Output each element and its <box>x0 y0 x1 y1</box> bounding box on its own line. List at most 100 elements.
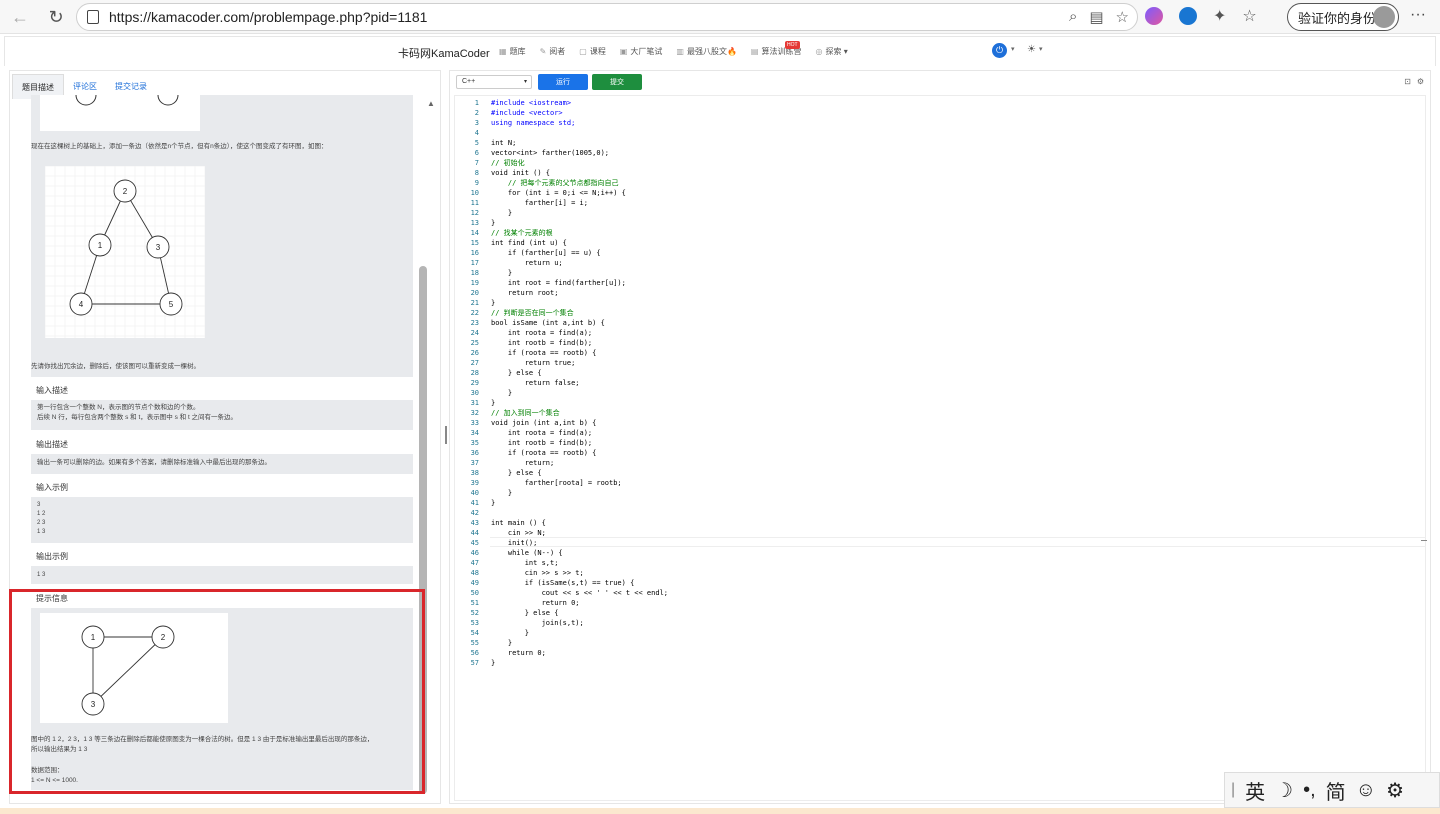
ime-simplified-toggle[interactable]: 简 <box>1326 776 1346 805</box>
code-line[interactable]: 2 #include <vector> <box>455 108 1425 118</box>
code-text[interactable]: cout << s << ' ' << t << endl; <box>479 588 668 598</box>
code-lines[interactable]: 1 #include <iostream> 2 #include <vector> 3 u… <box>455 98 1425 668</box>
nav-item-courses[interactable]: ▢ 课程 <box>579 46 606 57</box>
code-line[interactable]: 35 int rootb = find(b); <box>455 438 1425 448</box>
code-line[interactable]: 48 cin >> s >> t; <box>455 568 1425 578</box>
code-editor[interactable]: 1 #include <iostream> 2 #include <vector> 3 u… <box>454 95 1427 801</box>
site-info-icon[interactable] <box>87 10 99 24</box>
language-select[interactable]: C++ ▾ <box>456 75 532 89</box>
code-text[interactable]: return false; <box>479 378 580 388</box>
code-text[interactable]: } <box>479 628 529 638</box>
favorites-list-icon[interactable]: ☆ <box>1242 6 1256 26</box>
code-line[interactable]: 23 bool isSame (int a,int b) { <box>455 318 1425 328</box>
extensions-puzzle-icon[interactable]: ✦ <box>1213 6 1226 26</box>
zoom-icon[interactable]: ⌕ <box>1069 8 1077 26</box>
code-line[interactable]: 39 farther[roota] = rootb; <box>455 478 1425 488</box>
code-text[interactable]: using namespace std; <box>479 118 575 128</box>
code-text[interactable]: void init () { <box>479 168 550 178</box>
code-text[interactable]: // 找某个元素的根 <box>479 228 553 238</box>
code-text[interactable]: } else { <box>479 608 559 618</box>
code-text[interactable]: vector<int> farther(1005,0); <box>479 148 609 158</box>
code-text[interactable]: if (farther[u] == u) { <box>479 248 601 258</box>
code-line[interactable]: 14// 找某个元素的根 <box>455 228 1425 238</box>
code-text[interactable]: // 初始化 <box>479 158 525 168</box>
code-text[interactable]: } <box>479 298 495 308</box>
code-text[interactable]: int roota = find(a); <box>479 328 592 338</box>
sun-icon[interactable]: ☀ <box>1027 44 1036 55</box>
site-logo-title[interactable]: 卡码网KamaCoder <box>398 45 490 61</box>
code-text[interactable]: return true; <box>479 358 576 368</box>
chevron-down-icon[interactable]: ▾ <box>1039 45 1043 53</box>
code-line[interactable]: 57} <box>455 658 1425 668</box>
code-line[interactable]: 29 return false; <box>455 378 1425 388</box>
code-line[interactable]: 5 int N; <box>455 138 1425 148</box>
nav-item-explore[interactable]: ◎ 探索 ▾ <box>815 46 847 57</box>
ime-grip-icon[interactable]: | <box>1231 781 1235 799</box>
power-icon[interactable]: ⏻ <box>992 43 1007 58</box>
code-line[interactable]: 25 int rootb = find(b); <box>455 338 1425 348</box>
code-text[interactable]: } <box>479 208 512 218</box>
code-line[interactable]: 52 } else { <box>455 608 1425 618</box>
back-arrow-icon[interactable]: ← <box>8 5 32 29</box>
code-text[interactable] <box>479 508 491 518</box>
code-line[interactable]: 43 int main () { <box>455 518 1425 528</box>
code-text[interactable]: int rootb = find(b); <box>479 438 592 448</box>
code-line[interactable]: 33 void join (int a,int b) { <box>455 418 1425 428</box>
code-line[interactable]: 3 using namespace std; <box>455 118 1425 128</box>
code-line[interactable]: 10 for (int i = 0;i <= N;i++) { <box>455 188 1425 198</box>
profile-verify-button[interactable]: 验证你的身份 <box>1287 3 1399 31</box>
moon-icon[interactable]: ☽ <box>1275 778 1293 803</box>
code-line[interactable]: 21} <box>455 298 1425 308</box>
code-line[interactable]: 11 farther[i] = i; <box>455 198 1425 208</box>
scroll-up-arrow-icon[interactable]: ▲ <box>427 99 435 108</box>
code-text[interactable]: return; <box>479 458 555 468</box>
code-text[interactable]: #include <vector> <box>479 108 563 118</box>
code-line[interactable]: 7// 初始化 <box>455 158 1425 168</box>
code-line[interactable]: 13} <box>455 218 1425 228</box>
code-text[interactable]: int root = find(farther[u]); <box>479 278 626 288</box>
code-line[interactable]: 40 } <box>455 488 1425 498</box>
code-text[interactable] <box>479 128 491 138</box>
code-text[interactable]: int roota = find(a); <box>479 428 592 438</box>
code-text[interactable]: int s,t; <box>479 558 559 568</box>
code-line[interactable]: 28 } else { <box>455 368 1425 378</box>
extension-crown-icon[interactable] <box>1179 7 1197 25</box>
code-text[interactable]: if (roota == rootb) { <box>479 348 597 358</box>
code-text[interactable]: init(); <box>479 538 538 548</box>
code-line[interactable]: 30 } <box>455 388 1425 398</box>
code-text[interactable]: #include <iostream> <box>479 98 571 108</box>
code-text[interactable]: } <box>479 658 495 668</box>
settings-icon[interactable]: ⚙ <box>1417 77 1424 86</box>
code-line[interactable]: 45 init(); <box>455 538 1425 548</box>
emoji-icon[interactable]: ☺ <box>1356 779 1376 802</box>
code-text[interactable]: return 0; <box>479 648 546 658</box>
code-text[interactable]: } <box>479 498 495 508</box>
code-line[interactable]: 18 } <box>455 268 1425 278</box>
code-text[interactable]: cin >> N; <box>479 528 546 538</box>
code-text[interactable]: return 0; <box>479 598 580 608</box>
code-text[interactable]: bool isSame (int a,int b) { <box>479 318 605 328</box>
code-line[interactable]: 55 } <box>455 638 1425 648</box>
code-line[interactable]: 44 cin >> N; <box>455 528 1425 538</box>
code-text[interactable]: return u; <box>479 258 563 268</box>
code-text[interactable]: void join (int a,int b) { <box>479 418 596 428</box>
code-text[interactable]: return root; <box>479 288 559 298</box>
more-options-icon[interactable]: ··· <box>1410 6 1426 24</box>
extension-brain-icon[interactable] <box>1145 7 1163 25</box>
code-line[interactable]: 49 if (isSame(s,t) == true) { <box>455 578 1425 588</box>
code-text[interactable]: farther[roota] = rootb; <box>479 478 622 488</box>
code-text[interactable]: } else { <box>479 368 542 378</box>
ime-settings-icon[interactable]: ⚙ <box>1386 778 1404 803</box>
code-text[interactable]: while (N--) { <box>479 548 563 558</box>
reader-mode-icon[interactable]: ▤ <box>1089 8 1103 26</box>
code-line[interactable]: 51 return 0; <box>455 598 1425 608</box>
code-line[interactable]: 36 if (roota == rootb) { <box>455 448 1425 458</box>
code-line[interactable]: 12 } <box>455 208 1425 218</box>
reload-icon[interactable]: ↻ <box>44 5 68 29</box>
code-text[interactable]: } <box>479 398 495 408</box>
run-button[interactable]: 运行 <box>538 74 588 90</box>
code-text[interactable]: } <box>479 638 512 648</box>
code-text[interactable]: // 加入到同一个集合 <box>479 408 560 418</box>
code-line[interactable]: 1 #include <iostream> <box>455 98 1425 108</box>
code-text[interactable]: } <box>479 268 512 278</box>
